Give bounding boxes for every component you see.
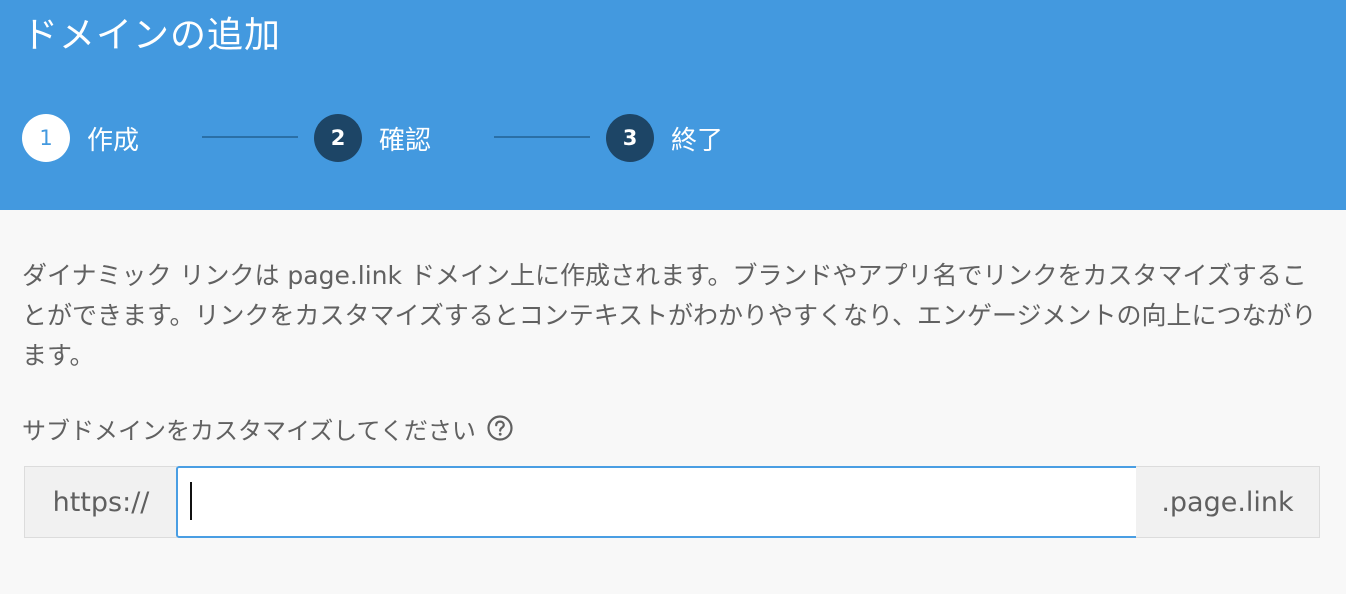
step-3-label: 終了 <box>671 125 724 156</box>
step-2-number: 2 <box>314 114 362 162</box>
url-suffix: .page.link <box>1136 466 1320 538</box>
step-connector-1 <box>202 136 298 138</box>
page-title: ドメインの追加 <box>22 15 282 56</box>
main-content: ダイナミック リンクは page.link ドメイン上に作成されます。ブランドや… <box>22 256 1322 376</box>
description-text: ダイナミック リンクは page.link ドメイン上に作成されます。ブランドや… <box>22 261 1317 370</box>
subdomain-input-group: https:// .page.link <box>24 466 1320 538</box>
url-prefix: https:// <box>24 466 177 538</box>
step-1: 1 作成 <box>22 114 139 162</box>
subdomain-label-row: サブドメインをカスタマイズしてください <box>22 410 514 446</box>
help-circle-icon[interactable] <box>486 414 514 442</box>
step-2: 2 確認 <box>314 114 431 162</box>
text-caret <box>190 482 192 520</box>
subdomain-label: サブドメインをカスタマイズしてください <box>22 416 476 445</box>
step-3-number: 3 <box>606 114 654 162</box>
subdomain-input[interactable] <box>176 466 1160 538</box>
step-3: 3 終了 <box>606 114 723 162</box>
step-1-number: 1 <box>22 114 70 162</box>
step-connector-2 <box>494 136 590 138</box>
step-2-label: 確認 <box>379 125 432 156</box>
stepper: 1 作成 2 確認 3 終了 <box>22 114 782 162</box>
header: ドメインの追加 1 作成 2 確認 3 終了 <box>0 0 1346 210</box>
step-1-label: 作成 <box>87 125 140 156</box>
